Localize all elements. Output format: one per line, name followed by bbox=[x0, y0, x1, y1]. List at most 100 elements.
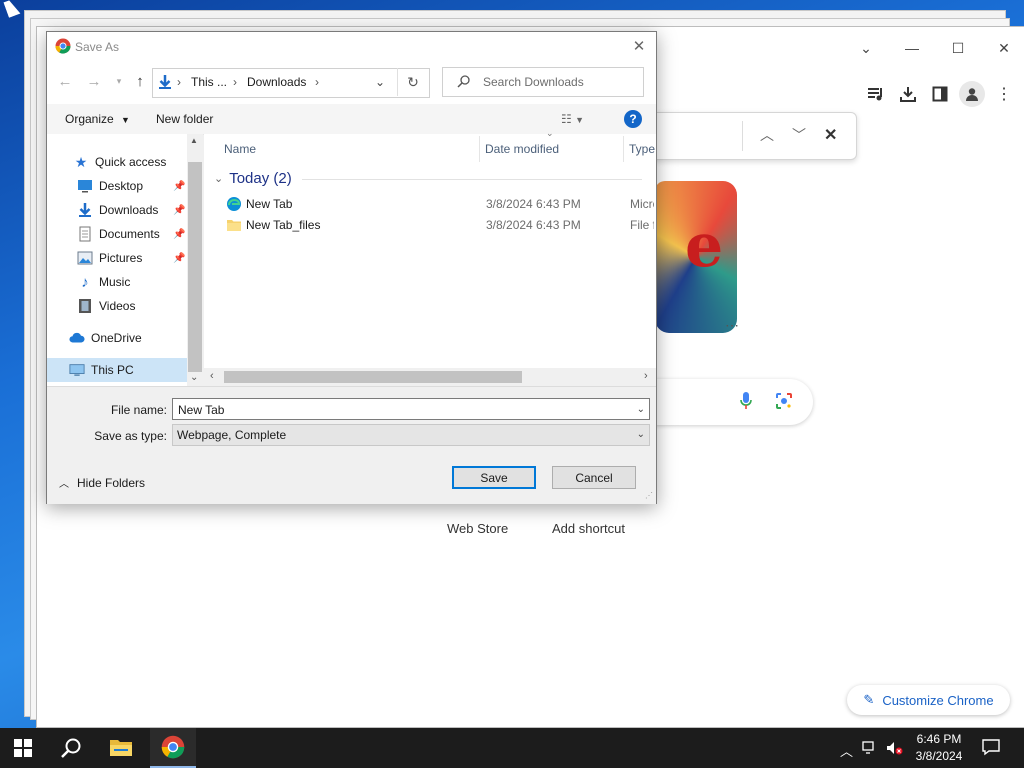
resize-grip-icon[interactable]: ⋰ bbox=[645, 491, 653, 500]
web-store-shortcut[interactable]: Web Store bbox=[447, 521, 508, 536]
navigation-pane: ★ Quick access Desktop 📌 Downloads 📌 Doc… bbox=[47, 134, 203, 386]
file-name: New Tab bbox=[246, 197, 293, 211]
column-separator[interactable] bbox=[623, 136, 624, 162]
close-button[interactable]: ✕ bbox=[981, 35, 1024, 61]
up-arrow-icon[interactable]: ↑ bbox=[130, 71, 150, 91]
nav-music[interactable]: ♪ Music bbox=[47, 270, 187, 294]
profile-avatar-icon[interactable] bbox=[959, 81, 985, 107]
windows-logo-icon bbox=[14, 739, 32, 757]
nav-documents[interactable]: Documents 📌 bbox=[47, 222, 187, 246]
show-hidden-icons-chevron-icon[interactable]: ︿ bbox=[840, 741, 853, 760]
nav-label: Videos bbox=[99, 299, 136, 313]
help-icon[interactable]: ? bbox=[624, 110, 642, 128]
address-dropdown-icon[interactable]: ⌄ bbox=[375, 75, 385, 89]
google-doodle-image[interactable]: e bbox=[655, 181, 737, 333]
column-header-date-modified[interactable]: Date modified bbox=[485, 142, 559, 156]
chevron-up-icon: ︿ bbox=[59, 479, 69, 490]
pictures-icon bbox=[77, 250, 93, 266]
file-list: Name ⌄ Date modified Type ⌄ Today (2) Ne… bbox=[204, 128, 656, 386]
column-separator[interactable] bbox=[479, 136, 480, 162]
notifications-icon[interactable] bbox=[982, 738, 1000, 759]
file-name-input[interactable]: New Tab ⌄ bbox=[172, 398, 650, 420]
navpane-scrollbar-thumb[interactable] bbox=[188, 162, 202, 372]
system-clock[interactable]: 6:46 PM 3/8/2024 bbox=[900, 731, 978, 765]
search-button[interactable] bbox=[48, 728, 94, 768]
save-type-select[interactable]: Webpage, Complete ⌄ bbox=[172, 424, 650, 446]
forward-arrow-icon[interactable]: → bbox=[84, 71, 104, 91]
nav-this-pc[interactable]: This PC bbox=[47, 358, 187, 382]
nav-pictures[interactable]: Pictures 📌 bbox=[47, 246, 187, 270]
network-icon[interactable] bbox=[862, 741, 878, 758]
dialog-close-button[interactable]: ✕ bbox=[627, 36, 651, 56]
chrome-taskbar-button[interactable] bbox=[150, 728, 196, 768]
nav-downloads[interactable]: Downloads 📌 bbox=[47, 198, 187, 222]
customize-chrome-label: Customize Chrome bbox=[882, 692, 994, 708]
file-date: 3/8/2024 6:43 PM bbox=[486, 218, 581, 232]
search-downloads-input[interactable]: Search Downloads bbox=[442, 67, 644, 97]
nav-videos[interactable]: Videos bbox=[47, 294, 187, 318]
save-type-value: Webpage, Complete bbox=[177, 428, 287, 442]
scroll-down-icon[interactable]: ⌄ bbox=[190, 372, 198, 383]
address-bar[interactable]: › This ... › Downloads › ⌄ bbox=[152, 68, 430, 98]
nav-onedrive[interactable]: OneDrive bbox=[47, 326, 187, 350]
downloads-icon[interactable] bbox=[895, 81, 921, 107]
recent-locations-icon[interactable]: ▾ bbox=[109, 71, 129, 91]
find-previous-icon[interactable]: ︿ bbox=[760, 125, 774, 145]
scroll-up-icon[interactable]: ▲ bbox=[190, 136, 198, 145]
cancel-button[interactable]: Cancel bbox=[552, 466, 636, 489]
pin-icon: 📌 bbox=[173, 252, 186, 264]
pin-icon: 📌 bbox=[173, 180, 186, 192]
chevron-down-icon: ▼ bbox=[121, 115, 130, 125]
file-date: 3/8/2024 6:43 PM bbox=[486, 197, 581, 211]
minimize-button[interactable]: — bbox=[889, 35, 935, 61]
file-row[interactable]: New Tab_files 3/8/2024 6:43 PM File fo bbox=[224, 216, 654, 237]
add-shortcut[interactable]: Add shortcut bbox=[552, 521, 625, 536]
music-icon: ♪ bbox=[81, 273, 89, 291]
nav-quick-access[interactable]: ★ Quick access bbox=[47, 150, 187, 174]
file-type: Micro bbox=[630, 197, 654, 211]
folder-icon bbox=[110, 740, 132, 756]
filelist-hscrollbar[interactable]: ‹ › bbox=[204, 368, 656, 386]
breadcrumb-this-pc[interactable]: This ... bbox=[191, 75, 227, 89]
voice-search-icon[interactable] bbox=[739, 391, 753, 414]
hide-folders-toggle[interactable]: ︿ Hide Folders bbox=[59, 475, 145, 491]
folder-icon bbox=[226, 217, 242, 236]
scroll-right-icon[interactable]: › bbox=[644, 370, 648, 382]
file-explorer-button[interactable] bbox=[98, 728, 144, 768]
nav-label: Quick access bbox=[95, 155, 167, 169]
find-next-icon[interactable]: ﹀ bbox=[792, 125, 806, 145]
start-button[interactable] bbox=[0, 728, 46, 768]
filelist-hscrollbar-thumb[interactable] bbox=[224, 371, 522, 383]
more-menu-icon[interactable]: ⋮ bbox=[991, 81, 1017, 107]
chrome-logo-icon bbox=[55, 38, 71, 57]
new-folder-button[interactable]: New folder bbox=[156, 112, 213, 126]
chevron-down-icon[interactable]: ⌄ bbox=[637, 425, 645, 445]
chevron-down-icon[interactable]: ⌄ bbox=[637, 399, 645, 421]
file-name-value: New Tab bbox=[178, 403, 225, 417]
organize-menu[interactable]: Organize ▼ bbox=[65, 112, 130, 126]
scroll-left-icon[interactable]: ‹ bbox=[210, 370, 214, 382]
dialog-titlebar: Save As ✕ bbox=[47, 32, 656, 60]
save-button[interactable]: Save bbox=[452, 466, 536, 489]
share-icon[interactable]: ⋯ bbox=[725, 317, 739, 334]
save-type-label: Save as type: bbox=[94, 429, 167, 443]
column-header-type[interactable]: Type bbox=[629, 142, 655, 156]
search-icon bbox=[457, 74, 471, 91]
view-options-icon[interactable]: ☷ ▼ bbox=[561, 112, 584, 126]
media-controls-icon[interactable] bbox=[863, 81, 889, 107]
side-panel-icon[interactable] bbox=[927, 81, 953, 107]
customize-chrome-button[interactable]: ✎ Customize Chrome bbox=[847, 685, 1010, 715]
back-arrow-icon[interactable]: ← bbox=[55, 71, 75, 91]
nav-desktop[interactable]: Desktop 📌 bbox=[47, 174, 187, 198]
breadcrumb-downloads[interactable]: Downloads bbox=[247, 75, 306, 89]
doodle-letter: e bbox=[685, 211, 724, 281]
tab-search-icon[interactable]: ⌄ bbox=[843, 35, 889, 61]
find-close-icon[interactable]: ✕ bbox=[824, 125, 837, 145]
group-header-today[interactable]: ⌄ Today (2) bbox=[214, 170, 292, 187]
lens-search-icon[interactable] bbox=[775, 392, 793, 413]
file-row[interactable]: New Tab 3/8/2024 6:43 PM Micro bbox=[224, 195, 654, 216]
maximize-button[interactable]: ☐ bbox=[935, 35, 981, 61]
column-header-name[interactable]: Name bbox=[224, 142, 256, 156]
refresh-icon[interactable]: ↻ bbox=[397, 68, 428, 96]
nav-label: Desktop bbox=[99, 179, 144, 193]
